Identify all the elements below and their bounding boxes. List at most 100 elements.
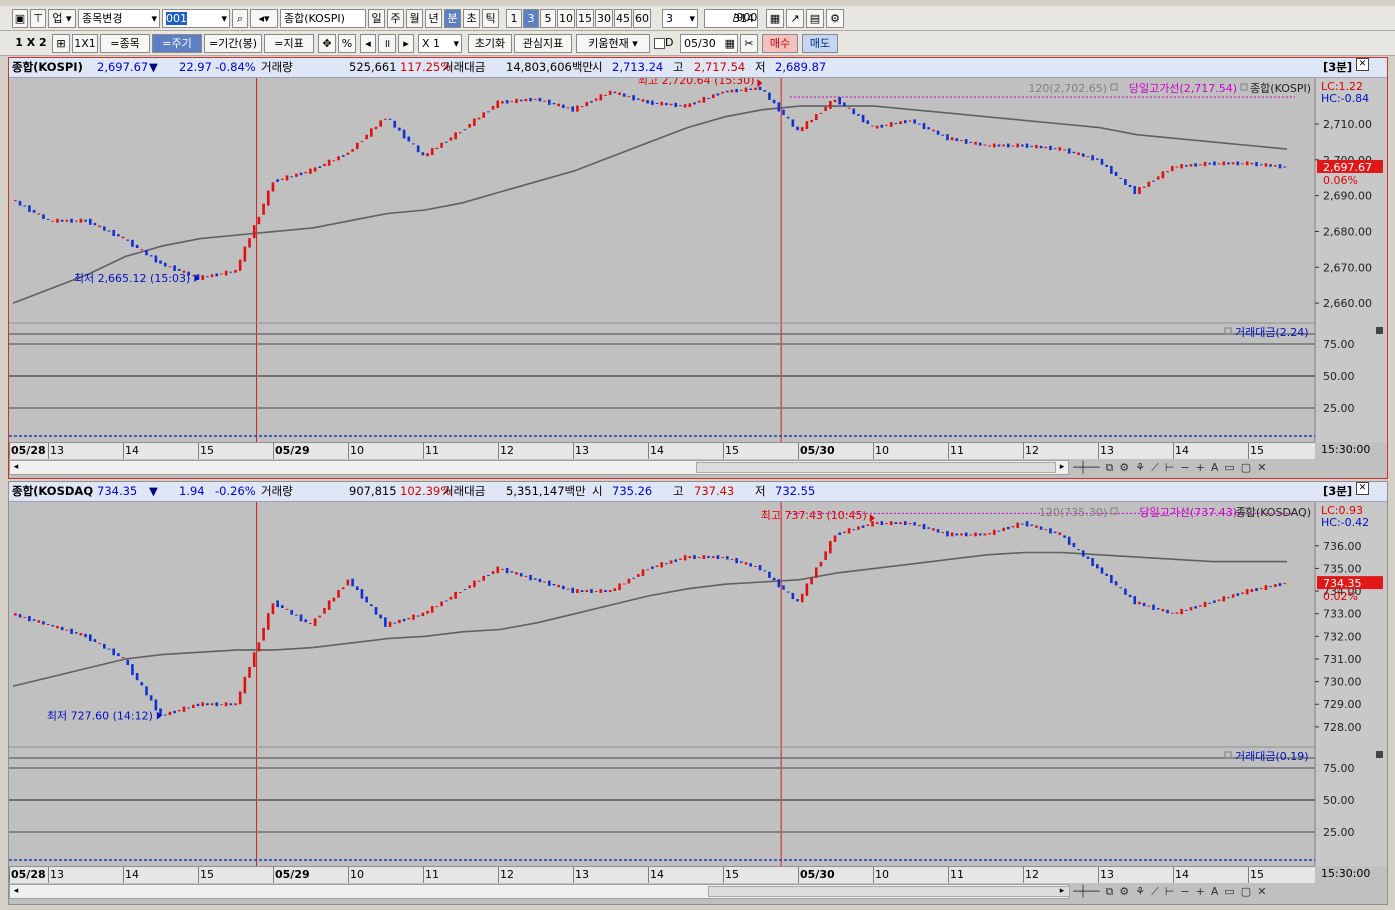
scroll-thumb[interactable] (696, 462, 1056, 473)
zoom-out-icon[interactable]: − (1180, 885, 1189, 898)
scroll-right-icon[interactable]: ▸ (1056, 885, 1068, 898)
scroll-left-icon[interactable]: ◂ (10, 885, 22, 898)
minute-tab[interactable]: 45 (614, 9, 632, 28)
save-icon[interactable]: ▤ (806, 9, 824, 28)
minute-tab[interactable]: 1 (506, 9, 522, 28)
scroll-left-icon[interactable]: ◂ (10, 461, 22, 474)
date-checkbox[interactable]: D (654, 34, 678, 53)
zoom-in-icon[interactable]: + (1196, 461, 1205, 474)
watch-indicator-button[interactable]: 관심지표 (514, 34, 572, 53)
chart-icon[interactable]: ⚘ (1135, 885, 1145, 898)
minute-tab[interactable]: 10 (557, 9, 575, 28)
zoom-in-icon[interactable]: + (1196, 885, 1205, 898)
print-icon[interactable]: ▭ (1224, 885, 1234, 898)
slider-icon[interactable]: ─┼── (1073, 461, 1100, 474)
sell-button[interactable]: 매도 (802, 34, 838, 53)
minute-tab[interactable]: 30 (595, 9, 613, 28)
copy-icon[interactable]: ⧉ (1106, 885, 1114, 898)
candle (257, 642, 261, 652)
print-icon[interactable]: ▭ (1224, 461, 1234, 474)
period-sync-button[interactable]: =기간(봉) (204, 34, 262, 53)
text-icon[interactable]: A (1211, 885, 1219, 898)
period-tab[interactable]: 주 (387, 9, 404, 28)
kospi-chart-panel[interactable]: 종합(KOSPI) 2,697.67 ▼ 22.97 -0.84% 거래량 525,661 1… (8, 57, 1388, 479)
close-icon[interactable]: ✕ (1356, 482, 1369, 495)
high-value: 2,717.54 (694, 60, 746, 74)
pause-icon[interactable]: ॥ (378, 34, 396, 53)
minute-tab[interactable]: 5 (540, 9, 556, 28)
reset-button[interactable]: 초기화 (468, 34, 512, 53)
next-icon[interactable]: ▸ (398, 34, 414, 53)
kosdaq-chart-panel[interactable]: 종합(KOSDAQ 734.35 ▼ 1.94 -0.26% 거래량 907,815 102.… (8, 481, 1388, 905)
price-chart[interactable]: 2,710.002,700.002,690.002,680.002,670.00… (9, 78, 1387, 442)
window-icon[interactable]: ▢ (1241, 461, 1251, 474)
market-select[interactable]: 업 ▾ (48, 9, 76, 28)
scroll-right-icon[interactable]: ▸ (1056, 461, 1068, 474)
measure-icon[interactable]: ⊢ (1165, 885, 1175, 898)
search-icon[interactable]: ⌕ (232, 9, 248, 28)
sub-close-icon[interactable] (1376, 327, 1383, 334)
layout-1x1-button[interactable]: 1X1 (72, 34, 98, 53)
percent-button[interactable]: % (338, 34, 356, 53)
period-tab[interactable]: 일 (368, 9, 385, 28)
pin-icon[interactable]: ⊤ (30, 9, 46, 28)
trend-icon[interactable]: ↗ (786, 9, 804, 28)
period-tab[interactable]: 틱 (482, 9, 499, 28)
window-icon[interactable]: ▣ (12, 9, 28, 28)
prev-icon[interactable]: ◂ (360, 34, 376, 53)
close-icon[interactable]: ✕ (1257, 461, 1266, 474)
window-icon[interactable]: ▢ (1241, 885, 1251, 898)
period-tab[interactable]: 년 (425, 9, 442, 28)
minute-tab[interactable]: 60 (633, 9, 651, 28)
grid-layout-icon[interactable]: ⊞ (52, 34, 70, 53)
horizontal-scrollbar[interactable]: ◂ ▸ (9, 460, 1069, 475)
code-input[interactable]: 001 ▾ (162, 9, 230, 28)
slider-icon[interactable]: ─┼── (1073, 885, 1100, 898)
minute-tab[interactable]: 15 (576, 9, 594, 28)
trend-icon[interactable]: ⟋ (1151, 461, 1159, 474)
horizontal-scrollbar[interactable]: ◂ ▸ (9, 884, 1070, 899)
period-tab[interactable]: 월 (406, 9, 423, 28)
candle (1086, 556, 1090, 559)
speaker-icon[interactable]: ◂▾ (250, 9, 278, 28)
interval-select[interactable]: 3 ▾ (662, 9, 698, 28)
stock-change-select[interactable]: 종목변경 ▾ (78, 9, 160, 28)
candle (974, 141, 977, 145)
sub-close-icon[interactable] (1376, 751, 1383, 758)
date-input[interactable]: 05/30 ▦ (680, 34, 738, 53)
copy-icon[interactable]: ⧉ (1106, 461, 1114, 474)
candle (749, 563, 753, 567)
zoom-out-icon[interactable]: − (1180, 461, 1189, 474)
crosshair-icon[interactable]: ✥ (318, 34, 336, 53)
close-icon[interactable]: ✕ (1257, 885, 1266, 898)
scissors-icon[interactable]: ✂ (740, 34, 758, 53)
trend-icon[interactable]: ⟋ (1151, 885, 1159, 898)
zoom-select[interactable]: X 1 ▾ (418, 34, 462, 53)
candle (126, 659, 130, 666)
indicator-sync-button[interactable]: =지표 (264, 34, 314, 53)
text-icon[interactable]: A (1211, 461, 1219, 474)
kiwoom-current-select[interactable]: 키움현재 ▾ (576, 34, 650, 53)
cycle-sync-button[interactable]: =주기 (152, 34, 202, 53)
gear-icon[interactable]: ⚙ (826, 9, 844, 28)
layout-1x2-button[interactable]: 1 X 2 (12, 34, 50, 53)
period-tab[interactable]: 초 (463, 9, 480, 28)
scroll-thumb[interactable] (708, 886, 1070, 897)
candle (1231, 162, 1235, 165)
sub-tick-label: 50.00 (1323, 794, 1355, 807)
measure-icon[interactable]: ⊢ (1165, 461, 1175, 474)
close-icon[interactable]: ✕ (1356, 58, 1369, 71)
gear-icon[interactable]: ⚙ (1119, 461, 1129, 474)
grid-icon[interactable]: ▦ (766, 9, 784, 28)
gear-icon[interactable]: ⚙ (1119, 885, 1129, 898)
stock-sync-button[interactable]: =종목 (100, 34, 150, 53)
y-tick-label: 731.00 (1323, 653, 1362, 666)
minute-tab[interactable]: 3 (523, 9, 539, 28)
low-annotation: 최저 2,665.12 (15:03) (74, 272, 191, 285)
period-tab[interactable]: 분 (444, 9, 461, 28)
price-chart[interactable]: 736.00735.00734.00733.00732.00731.00730.… (9, 502, 1387, 866)
candle (126, 239, 130, 241)
buy-button[interactable]: 매수 (762, 34, 798, 53)
chart-icon[interactable]: ⚘ (1135, 461, 1145, 474)
candle (74, 220, 78, 222)
